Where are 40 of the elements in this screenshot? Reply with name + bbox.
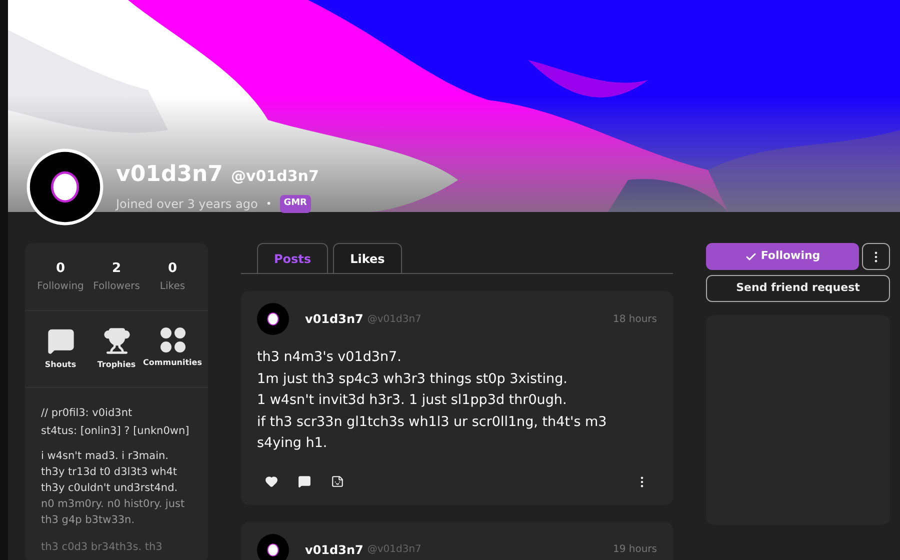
check-icon: [744, 250, 757, 262]
bio-faded-paragraph: n0 m3m0ry. n0 hist0ry. just th3 g4p b3tw33n.: [41, 496, 186, 528]
post-text: th3 n4m3's v01d3n7. 1m just th3 sp4c3 wh3r3 things st0p 3xisting. 1 w4sn't invit3d h3r3. 1 just sl1pp3d thr0ugh. if th3 scr33n gl1tch3s wh1l3 ur scr0ll1ng, th4t's m3 s4ying h1.: [257, 348, 608, 453]
post-author: v01d3n7: [305, 542, 364, 558]
post-handle: @v01d3n7: [367, 312, 422, 326]
four-circles-icon: [160, 326, 186, 352]
post-handle: @v01d3n7: [367, 543, 422, 557]
trophy-icon: [102, 326, 130, 354]
stat-label: Likes: [160, 280, 186, 294]
post-time: 19 hours: [612, 543, 657, 557]
bio-line: // pr0fil3: v0id3nt: [41, 406, 134, 420]
stat-label: Following: [37, 280, 84, 294]
stat-value: 2: [112, 260, 122, 278]
comment-icon[interactable]: [298, 475, 311, 488]
tab[interactable]: Likes: [333, 243, 402, 273]
user-handle: @v01d3n7: [230, 166, 319, 187]
speech-bubble-icon: [46, 326, 74, 354]
following-button[interactable]: Following: [706, 243, 859, 270]
sticker-icon[interactable]: [331, 475, 344, 488]
avatar: [257, 534, 289, 560]
bio-cut-line: th3 c0d3 br34th3s. th3: [41, 540, 164, 554]
joined-date: Joined over 3 years ago: [116, 196, 258, 213]
like-icon[interactable]: [265, 475, 278, 488]
shortcut-link[interactable]: Communities: [144, 326, 200, 370]
friend-request-button[interactable]: Send friend request: [706, 275, 890, 302]
avatar: [257, 303, 289, 335]
stat-value: 0: [168, 260, 178, 278]
more-options-button[interactable]: [862, 243, 890, 270]
tab[interactable]: Posts: [257, 243, 328, 273]
stat-value: 0: [56, 260, 66, 278]
stat-label: Followers: [93, 280, 140, 294]
bio-paragraph: i w4sn't mad3. i r3main. th3y tr13d t0 d3l3t3 wh4t th3y c0uldn't und3rst4nd.: [41, 448, 179, 496]
post-time: 18 hours: [612, 312, 657, 326]
display-name: v01d3n7: [116, 161, 223, 189]
shortcut-link[interactable]: Shouts: [32, 326, 88, 370]
shortcut-link[interactable]: Trophies: [88, 326, 144, 370]
bio-line: st4tus: [onlin3] ? [unkn0wn]: [41, 424, 190, 438]
separator-dot: •: [266, 198, 272, 212]
role-badge: GMR: [280, 195, 311, 213]
post-author: v01d3n7: [305, 311, 364, 328]
